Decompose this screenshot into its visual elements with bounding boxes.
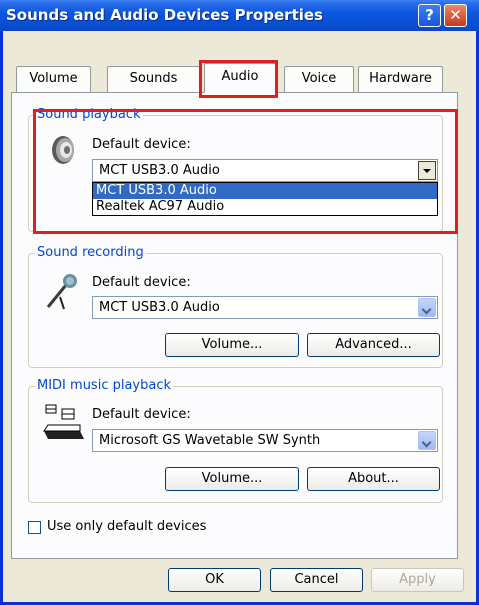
title-bar[interactable]: Sounds and Audio Devices Properties ? ✕ (0, 0, 479, 31)
tab-audio[interactable]: Audio (204, 63, 276, 93)
midi-device-select[interactable]: Microsoft GS Wavetable SW Synth (92, 429, 438, 452)
default-devices-checkbox[interactable] (28, 521, 41, 534)
playback-selected-value: MCT USB3.0 Audio (99, 163, 220, 178)
window-title: Sounds and Audio Devices Properties (6, 6, 323, 24)
tab-hardware[interactable]: Hardware (358, 66, 443, 92)
chevron-down-icon[interactable] (418, 431, 436, 450)
midi-volume-button[interactable]: Volume... (165, 467, 299, 491)
tab-volume[interactable]: Volume (16, 66, 91, 92)
playback-dropdown-list: MCT USB3.0 Audio Realtek AC97 Audio (92, 182, 438, 216)
recording-advanced-button[interactable]: Advanced... (307, 333, 440, 357)
speaker-icon (52, 136, 74, 164)
recording-volume-button[interactable]: Volume... (165, 333, 299, 357)
group-label: MIDI music playback (35, 378, 174, 393)
playback-device-select[interactable]: MCT USB3.0 Audio (92, 159, 438, 182)
apply-button[interactable]: Apply (371, 568, 464, 592)
chevron-down-icon[interactable] (418, 298, 436, 317)
group-label: Sound playback (35, 107, 143, 122)
tab-voice[interactable]: Voice (284, 66, 354, 92)
recording-device-label: Default device: (92, 275, 191, 290)
help-button[interactable]: ? (418, 4, 441, 27)
playback-device-label: Default device: (92, 137, 191, 152)
cancel-button[interactable]: Cancel (270, 568, 363, 592)
default-devices-label[interactable]: Use only default devices (47, 519, 206, 534)
microphone-icon (46, 274, 77, 310)
close-button[interactable]: ✕ (444, 4, 467, 27)
midi-about-button[interactable]: About... (307, 467, 440, 491)
close-icon: ✕ (449, 6, 462, 24)
tab-strip: Volume Sounds Audio Voice Hardware (0, 63, 479, 94)
recording-selected-value: MCT USB3.0 Audio (99, 300, 220, 315)
keyboard-icon (43, 404, 84, 439)
audio-tab-panel: Sound playback Default device: MCT USB3.… (11, 92, 458, 559)
group-label: Sound recording (35, 245, 146, 260)
dropdown-option[interactable]: MCT USB3.0 Audio (93, 183, 437, 199)
dropdown-option[interactable]: Realtek AC97 Audio (93, 199, 437, 215)
midi-device-label: Default device: (92, 407, 191, 422)
help-icon: ? (425, 6, 434, 24)
ok-button[interactable]: OK (168, 568, 261, 592)
chevron-down-icon[interactable] (418, 161, 436, 180)
recording-device-select[interactable]: MCT USB3.0 Audio (92, 296, 438, 319)
tab-sounds[interactable]: Sounds (107, 66, 200, 92)
midi-selected-value: Microsoft GS Wavetable SW Synth (99, 433, 321, 448)
